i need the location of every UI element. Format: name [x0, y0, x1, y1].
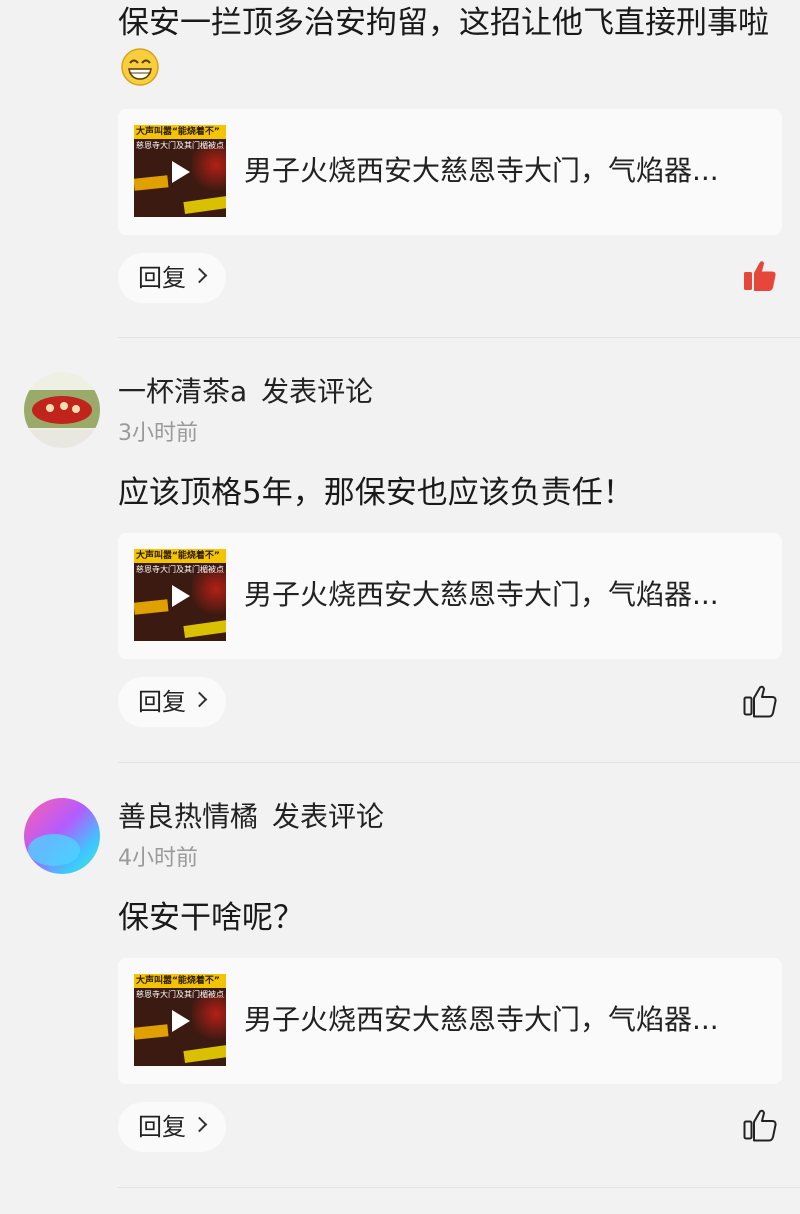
divider — [118, 1187, 800, 1188]
play-icon — [172, 1010, 190, 1032]
comment-text: 保安干啥呢？ — [118, 900, 304, 936]
comment-item: 善良热情橘 发表评论 4小时前 保安干啥呢？ 大声叫嚣“能烧着不” 慈恩寺大门及其… — [0, 0, 800, 1190]
thumbnail-banner: 大声叫嚣“能烧着不” — [134, 974, 226, 988]
like-icon[interactable] — [742, 1107, 778, 1143]
timestamp: 4小时前 — [118, 846, 198, 871]
video-title: 男子火烧西安大慈恩寺大门，气焰器... — [244, 1003, 719, 1036]
video-thumbnail: 大声叫嚣“能烧着不” 慈恩寺大门及其门楣被点 — [134, 974, 226, 1066]
username[interactable]: 善良热情橘 发表评论 — [118, 797, 384, 837]
reply-button[interactable]: 回复 — [118, 1102, 226, 1152]
video-card[interactable]: 大声叫嚣“能烧着不” 慈恩寺大门及其门楣被点 男子火烧西安大慈恩寺大门，气焰器.… — [118, 958, 782, 1084]
chevron-right-icon — [191, 1116, 208, 1133]
thumbnail-fire-glow — [192, 994, 226, 1044]
avatar[interactable] — [24, 798, 100, 874]
thumbnail-caption: 慈恩寺大门及其门楣被点 — [136, 990, 224, 999]
thumbnail-badge — [183, 1044, 226, 1064]
thumbnail-badge — [134, 1024, 169, 1040]
